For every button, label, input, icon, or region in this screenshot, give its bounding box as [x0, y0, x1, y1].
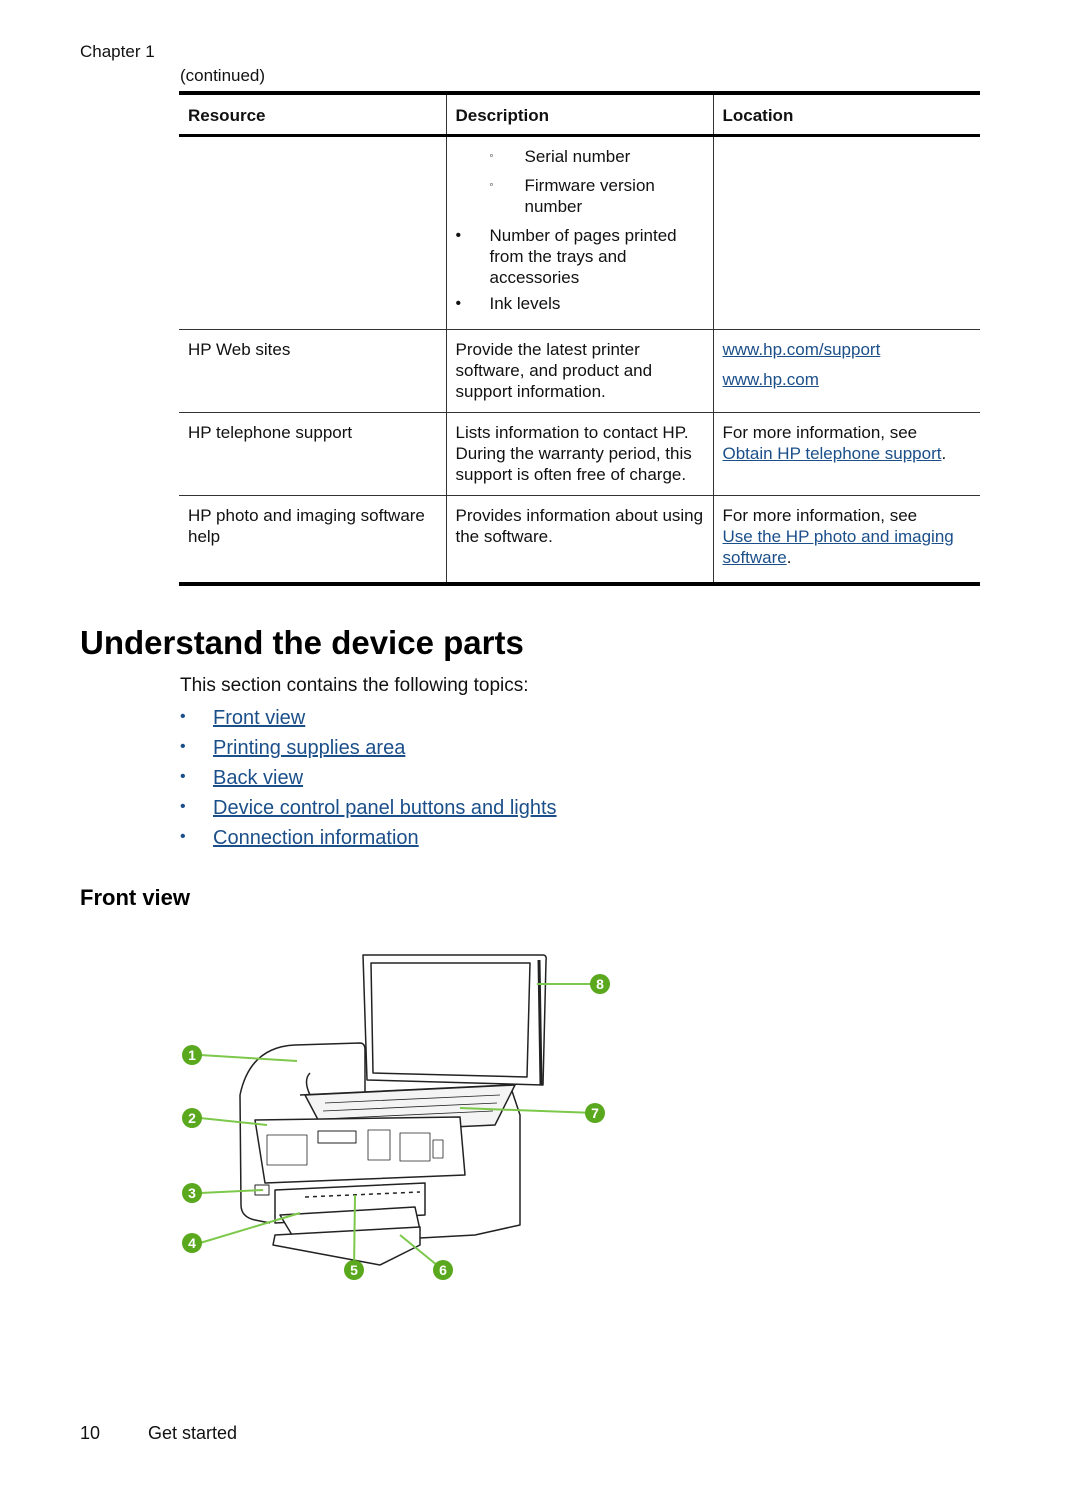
location-cell: For more information, see Use the HP pho…	[712, 495, 980, 586]
callout-number: 1	[188, 1047, 196, 1063]
bullet-icon: •	[180, 828, 186, 845]
section-title: Understand the device parts	[80, 624, 524, 661]
scanner-lid	[362, 954, 547, 1086]
callout-1: 1	[182, 1045, 202, 1065]
location-suffix: .	[941, 444, 947, 463]
callout-2: 2	[182, 1108, 202, 1128]
description-cell: Provide the latest printer software, and…	[445, 329, 713, 413]
location-prefix: For more information, see	[722, 506, 918, 525]
location-prefix: For more information, see	[722, 423, 918, 442]
location-cell: www.hp.com/support www.hp.com	[712, 329, 980, 413]
callout-number: 6	[439, 1262, 447, 1278]
bullet-icon: •	[455, 227, 462, 244]
continued-label: (continued)	[180, 66, 266, 85]
callout-number: 4	[188, 1235, 196, 1251]
table-row: ◦ Serial number ◦ Firmware version number …	[179, 135, 980, 330]
table-row: HP photo and imaging software help Provi…	[179, 495, 980, 586]
list-item-text: Serial number	[524, 147, 631, 166]
table-header-row: Resource Description Location	[179, 91, 980, 137]
bullet-icon: •	[180, 798, 186, 815]
footer-section: Get started	[148, 1423, 238, 1443]
callout-8: 8	[590, 974, 610, 994]
hp-support-link[interactable]: www.hp.com/support	[723, 340, 881, 359]
control-panel	[254, 1116, 466, 1184]
resource-cell: HP photo and imaging software help	[179, 495, 446, 586]
callout-7: 7	[585, 1103, 605, 1123]
topics-list: • Front view • Printing supplies area • Bac…	[180, 707, 557, 857]
callout-6: 6	[433, 1260, 453, 1280]
list-item: • Number of pages printed from the trays …	[456, 225, 704, 288]
topic-item: • Connection information	[180, 827, 557, 857]
header-resource: Resource	[179, 91, 446, 137]
chapter-label: Chapter 1	[80, 42, 155, 61]
resource-cell	[179, 135, 446, 330]
bullet-icon: •	[180, 708, 186, 725]
callout-number: 2	[188, 1110, 196, 1126]
description-list: ◦ Serial number ◦ Firmware version number …	[456, 146, 704, 314]
description-cell: Provides information about using the sof…	[445, 495, 713, 586]
subsection-title: Front view	[80, 885, 191, 910]
list-item-text: Ink levels	[489, 294, 561, 313]
bullet-icon: •	[180, 768, 186, 785]
resource-cell: HP Web sites	[179, 329, 446, 413]
topic-link-back-view[interactable]: Back view	[213, 767, 303, 789]
list-item: • Ink levels	[456, 293, 704, 314]
bullet-icon: •	[180, 738, 186, 755]
header-location: Location	[712, 91, 980, 137]
section-intro: This section contains the following topi…	[180, 675, 529, 696]
callout-number: 3	[188, 1185, 196, 1201]
hollow-bullet-icon: ◦	[489, 179, 494, 191]
topic-link-printing-supplies[interactable]: Printing supplies area	[213, 737, 405, 759]
description-cell: ◦ Serial number ◦ Firmware version number …	[445, 135, 713, 330]
location-cell: For more information, see Obtain HP tele…	[712, 412, 980, 496]
location-suffix: .	[786, 548, 792, 567]
topic-link-connection-info[interactable]: Connection information	[213, 827, 419, 849]
list-item: ◦ Serial number	[456, 146, 704, 167]
callout-line-5	[353, 1194, 356, 1271]
callout-number: 8	[596, 976, 604, 992]
description-cell: Lists information to contact HP. During …	[445, 412, 713, 496]
callout-number: 5	[350, 1262, 358, 1278]
callout-5: 5	[344, 1260, 364, 1280]
list-item-text: Number of pages printed from the trays a…	[489, 226, 677, 287]
list-item-text: Firmware version number	[524, 176, 655, 216]
header-description: Description	[445, 91, 713, 137]
topic-item: • Back view	[180, 767, 557, 797]
list-item: ◦ Firmware version number	[456, 175, 704, 217]
photo-imaging-software-link[interactable]: Use the HP photo and imaging software	[723, 527, 954, 567]
printer-illustration: 1 2 3 4 5 6 7 8	[182, 954, 610, 1280]
topic-link-control-panel[interactable]: Device control panel buttons and lights	[213, 797, 557, 819]
callout-3: 3	[182, 1183, 202, 1203]
hollow-bullet-icon: ◦	[489, 150, 494, 162]
telephone-support-link[interactable]: Obtain HP telephone support	[723, 444, 942, 463]
topic-item: • Front view	[180, 707, 557, 737]
topic-item: • Device control panel buttons and lights	[180, 797, 557, 827]
resources-table: Resource Description Location ◦ Serial nu…	[179, 91, 980, 586]
callout-number: 7	[591, 1105, 599, 1121]
page-number: 10	[80, 1423, 101, 1443]
topic-link-front-view[interactable]: Front view	[213, 707, 305, 729]
table-row: HP Web sites Provide the latest printer …	[179, 329, 980, 413]
resource-cell: HP telephone support	[179, 412, 446, 496]
table-row: HP telephone support Lists information t…	[179, 412, 980, 496]
bullet-icon: •	[455, 295, 462, 312]
hp-home-link[interactable]: www.hp.com	[723, 370, 819, 389]
topic-item: • Printing supplies area	[180, 737, 557, 767]
callout-4: 4	[182, 1233, 202, 1253]
lid-edge	[537, 959, 543, 1086]
location-cell	[712, 135, 980, 330]
printer-front-view-figure: 1 2 3 4 5 6 7 8	[175, 945, 625, 1290]
